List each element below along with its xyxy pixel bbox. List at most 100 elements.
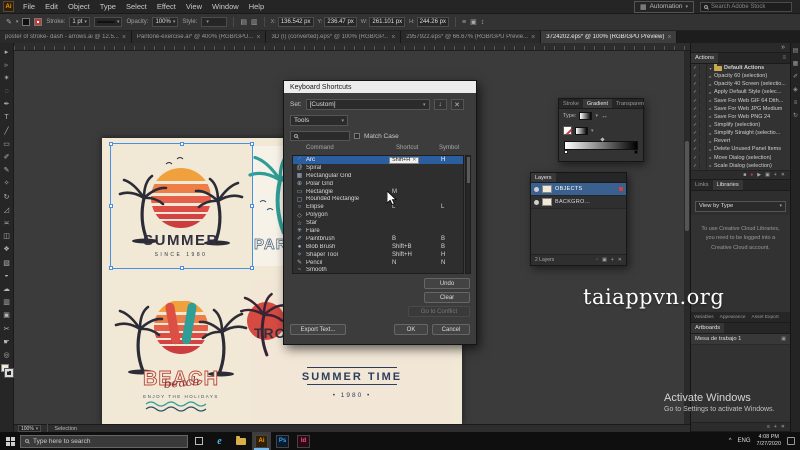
isolate-mode-icon[interactable]: ▣	[470, 18, 477, 26]
category-select[interactable]: Tools ▾	[290, 115, 348, 126]
magic-wand-tool[interactable]: ✶	[0, 71, 14, 84]
symbol-sprayer-tool[interactable]: ☁	[0, 282, 14, 295]
shape-builder-tool[interactable]: ❖	[0, 243, 14, 256]
menu-item-window[interactable]: Window	[207, 0, 244, 14]
gradient-slider[interactable]	[564, 137, 638, 154]
shortcut-row[interactable]: ○ Ellipse L L	[293, 203, 463, 211]
tab-libraries[interactable]: Libraries	[712, 180, 743, 190]
close-icon[interactable]: ×	[391, 34, 395, 41]
menu-item-view[interactable]: View	[181, 0, 207, 14]
close-icon[interactable]: ×	[667, 34, 671, 41]
action-row[interactable]: ✓ ▸ Simplify Straight (selectio...	[691, 129, 790, 138]
expander-icon[interactable]: ▸	[707, 147, 714, 152]
gradient-type-swatch[interactable]	[579, 112, 593, 120]
fill-swatch[interactable]	[22, 18, 31, 26]
shortcut-row[interactable]: ~ Smooth	[293, 266, 463, 273]
new-layer-icon[interactable]: +	[611, 257, 614, 263]
scrollbar-thumb[interactable]	[685, 141, 689, 231]
expander-icon[interactable]: ▸	[707, 98, 714, 103]
toggle-check-icon[interactable]: ✓	[691, 130, 700, 137]
poster-beach[interactable]: BEACH beach ENJOY THE HOLIDAYS	[114, 301, 248, 412]
shortcut-row[interactable]: ◇ Polygon	[293, 211, 463, 219]
selection-handle[interactable]	[250, 204, 254, 208]
selection-handle[interactable]	[179, 266, 184, 270]
action-row[interactable]: ✓ ▸ Save For Web PNG 24	[691, 112, 790, 121]
expander-icon[interactable]: ▸	[707, 155, 714, 160]
toggle-check-icon[interactable]: ✓	[691, 89, 700, 96]
dialog-toggle-cell[interactable]	[700, 129, 707, 138]
expander-icon[interactable]: ▸	[707, 131, 714, 136]
taskbar-search-input[interactable]: Type here to search	[20, 434, 188, 448]
reverse-gradient-icon[interactable]: ↔	[601, 113, 608, 120]
make-clip-mask-icon[interactable]: ▫	[596, 257, 598, 263]
transform-options-icon[interactable]: ≡	[462, 19, 466, 26]
collapse-panels-icon[interactable]: »	[691, 43, 790, 53]
delete-layer-icon[interactable]: ✕	[618, 257, 622, 263]
pen-tool[interactable]: ✒	[0, 98, 14, 111]
new-action-icon[interactable]: +	[774, 172, 777, 178]
stroke-panel-icon[interactable]: ≡	[794, 97, 798, 110]
expander-icon[interactable]: ▸	[707, 163, 714, 168]
expander-icon[interactable]: ▸	[707, 114, 714, 119]
artboard-item[interactable]: Mesa de trabajo 1 ▣	[691, 334, 790, 345]
clear-button[interactable]: Clear	[424, 292, 470, 303]
delete-artboard-icon[interactable]: ✕	[781, 424, 785, 430]
panel-menu-icon[interactable]: ≡	[778, 53, 790, 63]
scrollbar-thumb[interactable]	[467, 157, 470, 183]
dialog-toggle-cell[interactable]	[700, 145, 707, 154]
selection-handle[interactable]	[179, 142, 184, 146]
layer-row[interactable]: BACKGRO...	[531, 196, 626, 209]
action-row[interactable]: ✓ ▸ Opacity 60 (selection)	[691, 72, 790, 81]
clear-icon[interactable]: ✕	[412, 157, 416, 163]
toggle-check-icon[interactable]: ✓	[691, 105, 700, 112]
toggle-check-icon[interactable]: ✓	[691, 113, 700, 120]
dialog-toggle-cell[interactable]	[700, 112, 707, 121]
toggle-check-icon[interactable]: ✓	[691, 65, 700, 72]
action-row[interactable]: ✓ ▸ Revert	[691, 137, 790, 146]
line-segment-tool[interactable]: ╱	[0, 124, 14, 137]
stroke-proxy-swatch[interactable]	[3, 367, 14, 378]
expander-icon[interactable]: ▸	[707, 106, 714, 111]
menu-item-file[interactable]: File	[18, 0, 40, 14]
taskbar-app-illustrator[interactable]: Ai	[252, 432, 271, 450]
tab-transparen[interactable]: Transparen	[612, 99, 648, 108]
selection-handle[interactable]	[250, 266, 254, 270]
fill-stroke-indicator[interactable]	[0, 363, 14, 378]
taskbar-app-edge[interactable]: e	[210, 432, 229, 450]
set-select[interactable]: [Custom] ▾	[305, 99, 430, 110]
action-row[interactable]: ✓ ▸ Save For Web GIF 64 Dith...	[691, 96, 790, 105]
dialog-toggle-cell[interactable]	[700, 120, 707, 130]
taskbar-app-file-explorer[interactable]	[231, 432, 250, 450]
taskbar-app-indesign[interactable]: Id	[294, 432, 313, 450]
toggle-check-icon[interactable]: ✓	[691, 81, 700, 88]
document-tab[interactable]: 3724202.eps* @ 100% (RGB/GPU Preview) ×	[541, 31, 678, 43]
shaper-tool[interactable]: ✧	[0, 177, 14, 190]
tab-stroke[interactable]: Stroke	[559, 99, 583, 108]
action-row[interactable]: ✓ ▸ Delete Unused Panel Items	[691, 145, 790, 154]
delete-action-icon[interactable]: ✕	[781, 172, 785, 178]
field-value[interactable]: 136.542 px	[277, 17, 314, 27]
close-icon[interactable]: ×	[531, 34, 535, 41]
dialog-toggle-cell[interactable]	[700, 96, 707, 105]
swatches-panel-icon[interactable]: ▦	[793, 58, 799, 71]
close-icon[interactable]: ×	[256, 34, 260, 41]
brush-definition-select[interactable]: ▾	[93, 17, 123, 27]
field-value[interactable]: 244.26 px	[416, 17, 449, 27]
tray-expand-icon[interactable]: ^	[729, 438, 732, 444]
shortcut-row[interactable]: ☆ Star	[293, 219, 463, 227]
field-value[interactable]: 261.101 px	[369, 17, 406, 27]
selection-tool[interactable]: ▸	[0, 45, 14, 58]
align-icon[interactable]: ▤	[240, 18, 247, 26]
toggle-check-icon[interactable]: ✓	[691, 146, 700, 153]
play-icon[interactable]: ▶	[757, 172, 761, 178]
shortcut-row[interactable]: ▦ Rectangular Grid	[293, 172, 463, 180]
column-graph-tool[interactable]: ▥	[0, 296, 14, 309]
dialog-toggle-cell[interactable]	[700, 88, 707, 97]
free-transform-tool[interactable]: ◫	[0, 230, 14, 243]
gradient-stop-white[interactable]	[564, 150, 568, 154]
new-sublayer-icon[interactable]: ▣	[602, 257, 607, 263]
shortcut-search-input[interactable]	[290, 131, 350, 141]
tab-links[interactable]: Links	[691, 180, 713, 190]
layer-row[interactable]: OBJECTS	[531, 183, 626, 196]
direct-selection-tool[interactable]: ▹	[0, 58, 14, 71]
